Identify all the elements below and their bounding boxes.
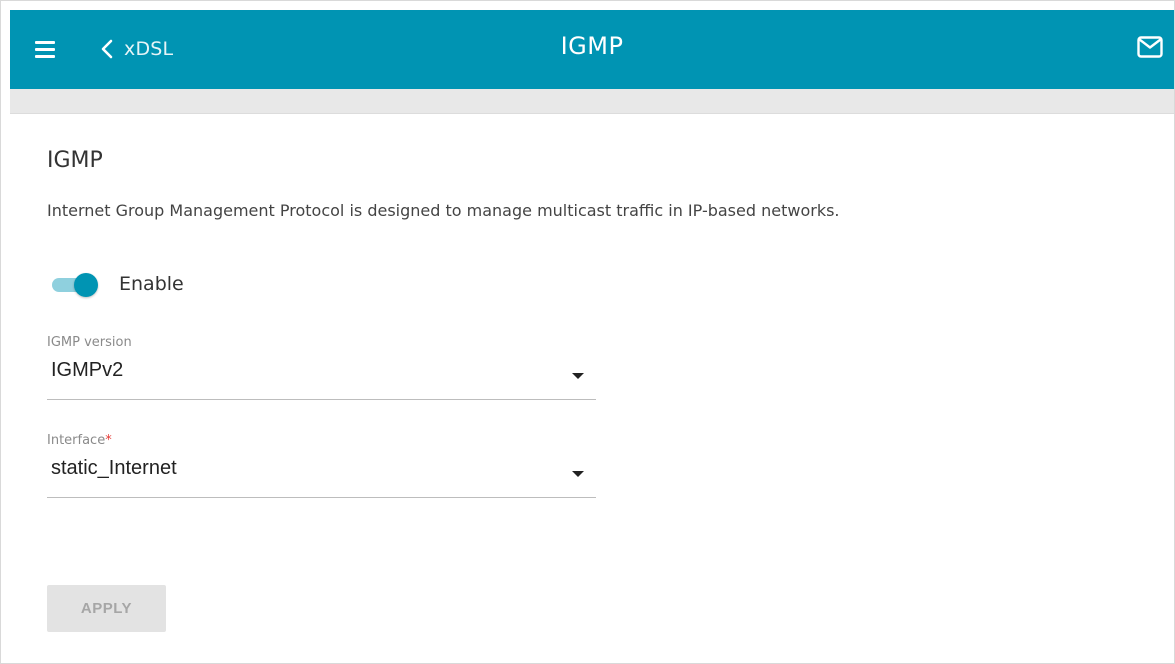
apply-button[interactable]: APPLY xyxy=(47,585,166,632)
interface-value: static_Internet xyxy=(51,457,177,479)
toggle-knob xyxy=(74,273,98,297)
page-frame: xDSL IGMP IGMP Internet Group Management… xyxy=(0,0,1175,664)
igmp-version-value: IGMPv2 xyxy=(51,359,124,381)
caret-down-icon xyxy=(572,373,584,379)
interface-select[interactable]: Interface* static_Internet xyxy=(47,433,596,499)
required-asterisk: * xyxy=(105,433,112,448)
interface-label: Interface* xyxy=(47,433,112,448)
caret-down-icon xyxy=(572,471,584,477)
enable-toggle[interactable] xyxy=(52,272,102,298)
mail-icon[interactable] xyxy=(1137,36,1163,58)
section-title: IGMP xyxy=(47,148,103,173)
igmp-version-label: IGMP version xyxy=(47,335,132,350)
top-bar: xDSL IGMP xyxy=(10,10,1174,89)
field-underline xyxy=(47,497,596,498)
field-underline xyxy=(47,399,596,400)
page-title: IGMP xyxy=(560,32,624,60)
section-description: Internet Group Management Protocol is de… xyxy=(47,201,840,220)
sub-header-bar xyxy=(10,89,1174,114)
enable-toggle-label: Enable xyxy=(119,273,184,295)
igmp-version-select[interactable]: IGMP version IGMPv2 xyxy=(47,335,596,401)
